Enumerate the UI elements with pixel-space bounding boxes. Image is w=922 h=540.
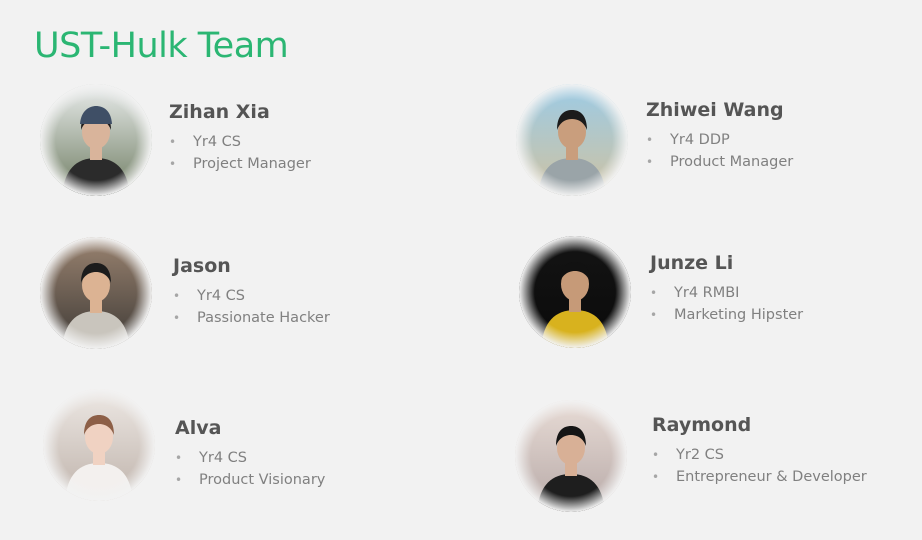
member-role-text: Project Manager (193, 155, 311, 172)
member-details: • Yr2 CS • Entrepreneur & Developer (652, 445, 867, 488)
member-year: • Yr4 CS (169, 132, 311, 154)
member-info: Alva • Yr4 CS • Product Visionary (175, 416, 325, 491)
bullet-icon: • (650, 286, 658, 300)
member-details: • Yr4 DDP • Product Manager (646, 130, 793, 173)
portrait-illustration (43, 389, 155, 501)
member-photo (40, 237, 152, 349)
portrait-illustration (40, 84, 152, 196)
member-photo (515, 400, 627, 512)
member-details: • Yr4 CS • Passionate Hacker (173, 286, 330, 329)
member-name: Junze Li (650, 252, 734, 274)
bullet-icon: • (646, 154, 654, 169)
bullet-icon: • (169, 135, 177, 149)
member-role: • Product Visionary (175, 470, 325, 492)
member-name: Zhiwei Wang (646, 99, 784, 121)
member-year-text: Yr2 CS (676, 447, 724, 463)
member-photo (516, 84, 628, 196)
member-role: • Passionate Hacker (173, 308, 330, 330)
member-info: Zhiwei Wang • Yr4 DDP • Product Manager (646, 98, 793, 173)
portrait-illustration (40, 237, 152, 349)
member-year: • Yr4 DDP (646, 130, 793, 152)
bullet-icon: • (646, 133, 654, 147)
member-year-text: Yr4 DDP (670, 132, 730, 148)
member-details: • Yr4 CS • Project Manager (169, 132, 311, 175)
bullet-icon: • (652, 448, 660, 462)
page-title: UST-Hulk Team (34, 26, 289, 66)
member-year: • Yr4 CS (173, 286, 330, 308)
member-role: • Project Manager (169, 154, 311, 176)
portrait-illustration (516, 84, 628, 196)
member-year-text: Yr4 CS (193, 134, 241, 150)
member-year-text: Yr4 CS (197, 288, 245, 304)
member-year: • Yr4 RMBI (650, 283, 803, 305)
member-name: Raymond (652, 414, 752, 436)
member-name: Zihan Xia (169, 101, 270, 123)
bullet-icon: • (169, 156, 177, 171)
member-role: • Entrepreneur & Developer (652, 467, 867, 489)
member-year-text: Yr4 CS (199, 450, 247, 466)
bullet-icon: • (650, 307, 658, 322)
member-role-text: Product Manager (670, 153, 794, 170)
member-name: Alva (175, 417, 222, 439)
member-role: • Product Manager (646, 152, 793, 174)
member-photo (40, 84, 152, 196)
member-role-text: Passionate Hacker (197, 309, 330, 326)
member-details: • Yr4 CS • Product Visionary (175, 448, 325, 491)
bullet-icon: • (173, 289, 181, 303)
member-info: Raymond • Yr2 CS • Entrepreneur & Develope… (652, 413, 867, 488)
member-info: Junze Li • Yr4 RMBI • Marketing Hipster (650, 251, 803, 326)
member-role-text: Product Visionary (199, 471, 326, 488)
member-photo (519, 236, 631, 348)
portrait-illustration (519, 236, 631, 348)
portrait-illustration (515, 400, 627, 512)
member-year: • Yr4 CS (175, 448, 325, 470)
bullet-icon: • (175, 472, 183, 487)
member-role-text: Entrepreneur & Developer (676, 468, 867, 485)
member-year: • Yr2 CS (652, 445, 867, 467)
bullet-icon: • (652, 469, 660, 484)
member-info: Jason • Yr4 CS • Passionate Hacker (173, 254, 330, 329)
member-info: Zihan Xia • Yr4 CS • Project Manager (169, 100, 311, 175)
member-role: • Marketing Hipster (650, 305, 803, 327)
member-year-text: Yr4 RMBI (674, 285, 740, 301)
bullet-icon: • (175, 451, 183, 465)
member-name: Jason (173, 255, 231, 277)
member-role-text: Marketing Hipster (674, 306, 804, 323)
member-details: • Yr4 RMBI • Marketing Hipster (650, 283, 803, 326)
member-photo (43, 389, 155, 501)
bullet-icon: • (173, 310, 181, 325)
